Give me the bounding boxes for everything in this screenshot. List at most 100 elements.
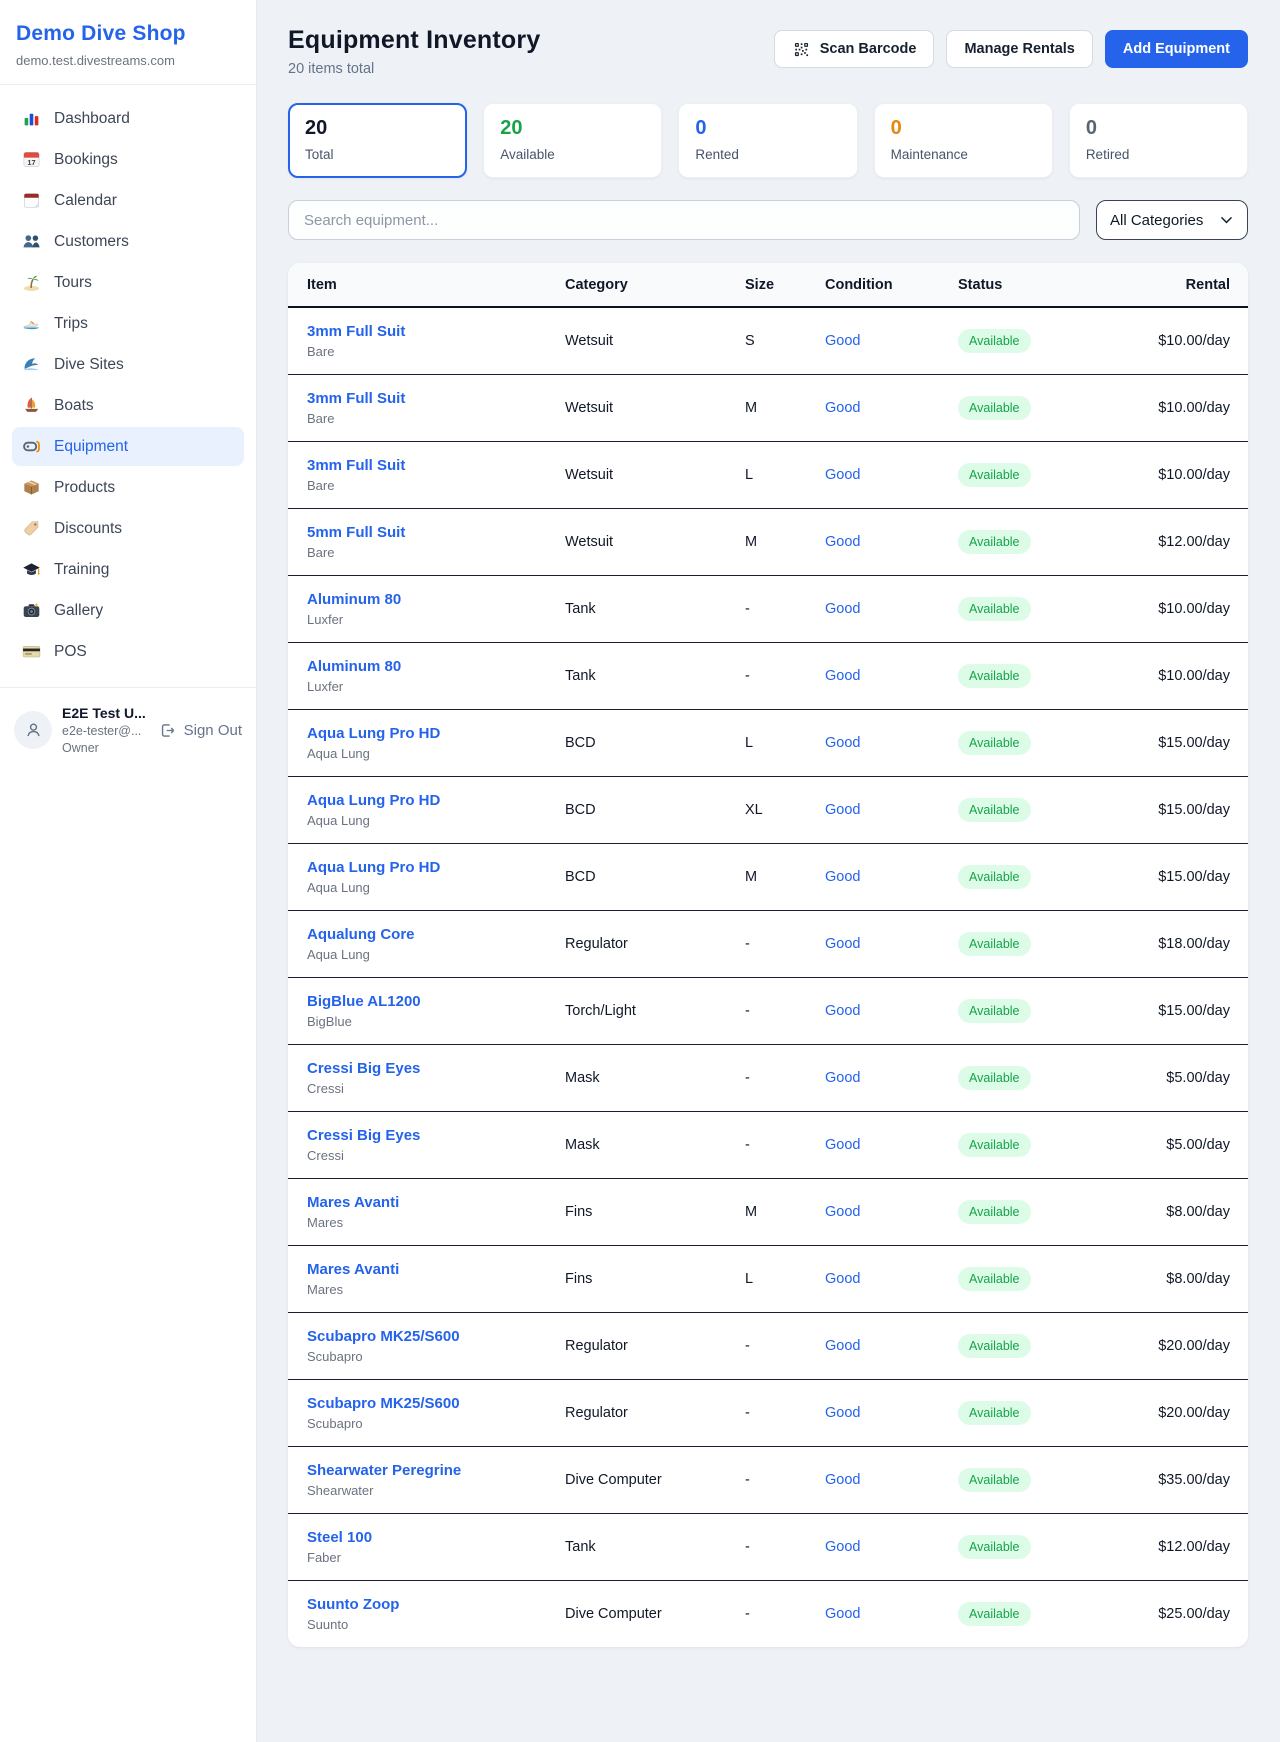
item-category: Dive Computer xyxy=(565,1447,745,1514)
training-icon xyxy=(22,560,41,579)
item-condition-link[interactable]: Good xyxy=(825,1338,860,1354)
item-name-link[interactable]: Mares Avanti xyxy=(307,1194,565,1211)
sidebar-item-calendar[interactable]: Calendar xyxy=(12,181,244,220)
item-brand: Bare xyxy=(307,344,565,359)
item-name-link[interactable]: Cressi Big Eyes xyxy=(307,1127,565,1144)
stat-card-maintenance[interactable]: 0 Maintenance xyxy=(874,103,1053,178)
sidebar-item-boats[interactable]: Boats xyxy=(12,386,244,425)
sidebar-item-trips[interactable]: Trips xyxy=(12,304,244,343)
item-condition-link[interactable]: Good xyxy=(825,1606,860,1622)
item-size: - xyxy=(745,1313,825,1380)
stat-card-rented[interactable]: 0 Rented xyxy=(678,103,857,178)
sidebar-item-gallery[interactable]: Gallery xyxy=(12,591,244,630)
status-badge: Available xyxy=(958,396,1031,420)
item-name-link[interactable]: Aqualung Core xyxy=(307,926,565,943)
item-condition-link[interactable]: Good xyxy=(825,467,860,483)
scan-barcode-button[interactable]: Scan Barcode xyxy=(774,30,935,68)
item-condition-link[interactable]: Good xyxy=(825,1137,860,1153)
column-header-condition[interactable]: Condition xyxy=(825,263,958,307)
table-row: Cressi Big Eyes Cressi Mask - Good Avail… xyxy=(288,1112,1248,1179)
item-name-link[interactable]: Aluminum 80 xyxy=(307,591,565,608)
stat-card-available[interactable]: 20 Available xyxy=(483,103,662,178)
item-condition-link[interactable]: Good xyxy=(825,936,860,952)
item-name-link[interactable]: Scubapro MK25/S600 xyxy=(307,1395,565,1412)
item-size: L xyxy=(745,710,825,777)
stat-card-total[interactable]: 20 Total xyxy=(288,103,467,178)
column-header-rental[interactable]: Rental xyxy=(1110,263,1248,307)
item-condition-link[interactable]: Good xyxy=(825,1405,860,1421)
item-size: M xyxy=(745,844,825,911)
column-header-category[interactable]: Category xyxy=(565,263,745,307)
item-name-link[interactable]: Aqua Lung Pro HD xyxy=(307,859,565,876)
item-condition-link[interactable]: Good xyxy=(825,1472,860,1488)
sidebar-item-pos[interactable]: POS xyxy=(12,632,244,671)
sidebar-item-bookings[interactable]: 17 Bookings xyxy=(12,140,244,179)
item-name-link[interactable]: 3mm Full Suit xyxy=(307,390,565,407)
stat-label: Total xyxy=(305,147,450,162)
item-size: L xyxy=(745,442,825,509)
column-header-status[interactable]: Status xyxy=(958,263,1110,307)
column-header-size[interactable]: Size xyxy=(745,263,825,307)
sidebar-item-products[interactable]: Products xyxy=(12,468,244,507)
item-name-link[interactable]: 3mm Full Suit xyxy=(307,323,565,340)
sidebar-item-dashboard[interactable]: Dashboard xyxy=(12,99,244,138)
user-icon xyxy=(24,720,43,740)
item-name-link[interactable]: Aqua Lung Pro HD xyxy=(307,792,565,809)
item-name-link[interactable]: Aqua Lung Pro HD xyxy=(307,725,565,742)
gallery-icon xyxy=(22,601,41,620)
item-name-link[interactable]: Aluminum 80 xyxy=(307,658,565,675)
table-header-row: Item Category Size Condition Status Rent… xyxy=(288,263,1248,307)
item-condition-link[interactable]: Good xyxy=(825,668,860,684)
manage-rentals-button[interactable]: Manage Rentals xyxy=(946,30,1092,68)
stat-card-retired[interactable]: 0 Retired xyxy=(1069,103,1248,178)
manage-rentals-label: Manage Rentals xyxy=(964,41,1074,57)
item-name-link[interactable]: Scubapro MK25/S600 xyxy=(307,1328,565,1345)
item-condition-link[interactable]: Good xyxy=(825,1271,860,1287)
item-condition-link[interactable]: Good xyxy=(825,802,860,818)
sidebar-item-label: Products xyxy=(54,479,115,497)
item-name-link[interactable]: Suunto Zoop xyxy=(307,1596,565,1613)
calendar-icon xyxy=(22,191,41,210)
add-equipment-button[interactable]: Add Equipment xyxy=(1105,30,1248,68)
sidebar-item-dive-sites[interactable]: Dive Sites xyxy=(12,345,244,384)
item-condition-link[interactable]: Good xyxy=(825,1003,860,1019)
item-condition-link[interactable]: Good xyxy=(825,601,860,617)
item-brand: BigBlue xyxy=(307,1014,565,1029)
item-name-link[interactable]: Shearwater Peregrine xyxy=(307,1462,565,1479)
item-condition-link[interactable]: Good xyxy=(825,400,860,416)
item-condition-link[interactable]: Good xyxy=(825,333,860,349)
category-select[interactable]: All Categories xyxy=(1096,200,1248,240)
item-condition-link[interactable]: Good xyxy=(825,534,860,550)
item-name-link[interactable]: Mares Avanti xyxy=(307,1261,565,1278)
item-condition-link[interactable]: Good xyxy=(825,735,860,751)
item-condition-link[interactable]: Good xyxy=(825,1539,860,1555)
item-name-link[interactable]: 3mm Full Suit xyxy=(307,457,565,474)
item-condition-link[interactable]: Good xyxy=(825,1204,860,1220)
sign-out-icon xyxy=(158,722,177,739)
brand-title: Demo Dive Shop xyxy=(16,22,240,46)
sidebar-item-label: Training xyxy=(54,561,109,579)
equipment-table: Item Category Size Condition Status Rent… xyxy=(288,263,1248,1647)
column-header-item[interactable]: Item xyxy=(288,263,565,307)
item-rental-rate: $15.00/day xyxy=(1110,978,1248,1045)
sidebar-item-discounts[interactable]: Discounts xyxy=(12,509,244,548)
sidebar-item-label: Dashboard xyxy=(54,110,130,128)
sidebar-item-equipment[interactable]: Equipment xyxy=(12,427,244,466)
item-condition-link[interactable]: Good xyxy=(825,869,860,885)
sidebar-item-label: Calendar xyxy=(54,192,117,210)
item-name-link[interactable]: Steel 100 xyxy=(307,1529,565,1546)
search-input[interactable] xyxy=(288,200,1080,240)
sidebar-item-training[interactable]: Training xyxy=(12,550,244,589)
item-name-link[interactable]: Cressi Big Eyes xyxy=(307,1060,565,1077)
sidebar-item-tours[interactable]: Tours xyxy=(12,263,244,302)
sidebar-item-customers[interactable]: Customers xyxy=(12,222,244,261)
item-rental-rate: $8.00/day xyxy=(1110,1246,1248,1313)
item-brand: Mares xyxy=(307,1215,565,1230)
sign-out-button[interactable]: Sign Out xyxy=(158,722,242,739)
item-name-link[interactable]: BigBlue AL1200 xyxy=(307,993,565,1010)
item-condition-link[interactable]: Good xyxy=(825,1070,860,1086)
item-category: Regulator xyxy=(565,911,745,978)
svg-text:17: 17 xyxy=(27,158,35,167)
item-size: - xyxy=(745,911,825,978)
item-name-link[interactable]: 5mm Full Suit xyxy=(307,524,565,541)
